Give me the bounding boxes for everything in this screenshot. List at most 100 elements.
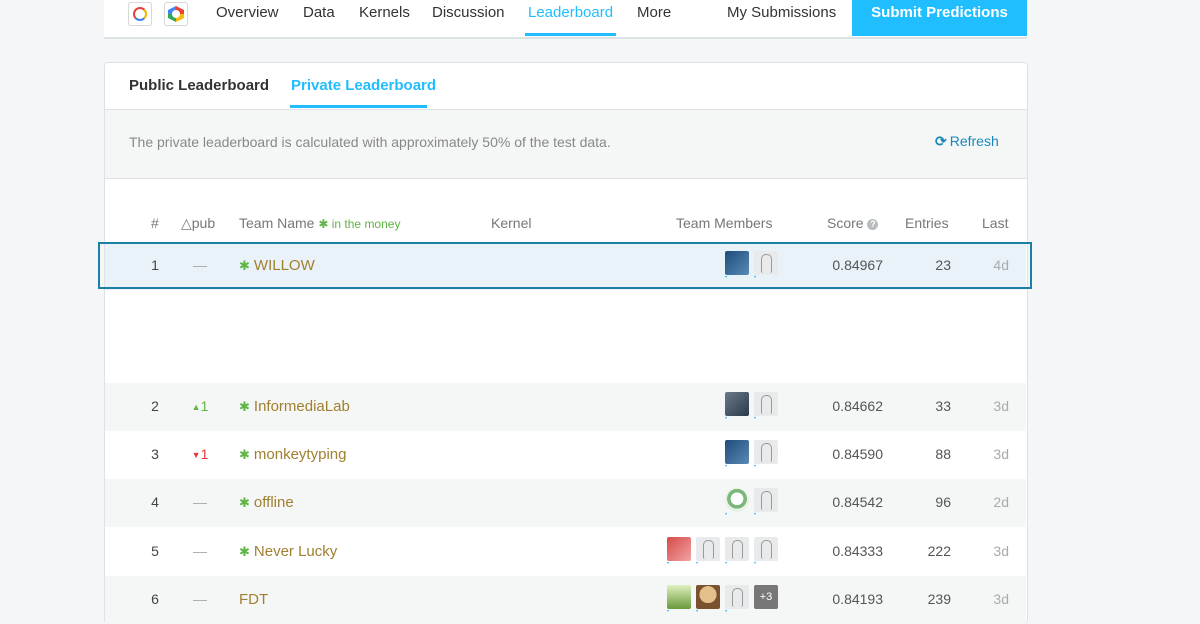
tier-dots: •: [725, 512, 729, 518]
in-the-money-icon: ✱: [239, 544, 250, 559]
google-cloud-logo[interactable]: [164, 2, 188, 26]
top-nav: Overview Data Kernels Discussion Leaderb…: [104, 0, 1027, 39]
col-team-members: Team Members: [676, 215, 773, 231]
col-score-label: Score: [827, 215, 864, 231]
tier-dots: •: [725, 464, 729, 470]
team-name-link[interactable]: ✱ InformediaLab: [239, 398, 350, 415]
selected-row-outline: [98, 242, 1032, 289]
tier-dots: •: [754, 416, 758, 422]
default-avatar-icon[interactable]: •: [754, 537, 778, 567]
table-row[interactable]: 6— FDT • • • +3 0.84193 239 3d: [105, 576, 1026, 624]
member-avatar[interactable]: •: [725, 488, 749, 518]
nav-kernels[interactable]: Kernels: [359, 4, 410, 21]
team-name: Never Lucky: [253, 543, 338, 560]
team-name-link[interactable]: ✱ offline: [239, 494, 294, 511]
table-row[interactable]: 3 ▼1 ✱ monkeytyping • • 0.84590 88 3d: [105, 431, 1026, 479]
last-submission: 3d: [993, 543, 1009, 559]
my-submissions-link[interactable]: My Submissions: [727, 4, 836, 21]
info-text: The private leaderboard is calculated wi…: [129, 134, 611, 150]
entries: 88: [935, 446, 951, 462]
nav-more[interactable]: More: [637, 4, 671, 21]
nav-leaderboard[interactable]: Leaderboard: [528, 4, 613, 21]
public-delta: —: [185, 591, 215, 607]
delta-value: 1: [200, 398, 209, 414]
money-label: in the money: [331, 217, 401, 231]
team-members: • • • •: [667, 537, 778, 567]
public-delta: —: [185, 543, 215, 559]
last-submission: 3d: [993, 398, 1009, 414]
member-avatar[interactable]: •: [725, 440, 749, 470]
refresh-label: Refresh: [949, 133, 999, 149]
more-members-badge[interactable]: +3: [754, 585, 778, 609]
col-team-name[interactable]: Team Name ✱ in the money: [239, 215, 400, 231]
col-score[interactable]: Score ?: [827, 215, 879, 231]
nav-discussion[interactable]: Discussion: [432, 4, 505, 21]
tab-private-leaderboard[interactable]: Private Leaderboard: [291, 77, 436, 94]
team-name: FDT: [239, 591, 269, 608]
delta-value: —: [193, 543, 207, 559]
score: 0.84662: [832, 398, 883, 414]
default-avatar-icon[interactable]: •: [754, 488, 778, 518]
col-last[interactable]: Last: [982, 215, 1008, 231]
public-delta: ▲1: [185, 398, 215, 414]
default-avatar-icon[interactable]: •: [754, 392, 778, 422]
team-members: • • • +3: [667, 585, 778, 615]
public-delta: ▼1: [185, 446, 215, 462]
leaderboard-tabs: Public Leaderboard Private Leaderboard: [105, 63, 1027, 110]
score: 0.84333: [832, 543, 883, 559]
team-name-link[interactable]: FDT: [239, 591, 268, 608]
col-entries[interactable]: Entries: [905, 215, 949, 231]
in-the-money-legend: ✱ in the money: [318, 217, 401, 231]
nav-overview[interactable]: Overview: [216, 4, 279, 21]
team-name: offline: [253, 494, 294, 511]
last-submission: 3d: [993, 591, 1009, 607]
public-delta: —: [185, 494, 215, 510]
tab-public-leaderboard[interactable]: Public Leaderboard: [129, 77, 269, 94]
member-avatar[interactable]: •: [667, 585, 691, 615]
help-icon[interactable]: ?: [867, 219, 879, 230]
info-bar: The private leaderboard is calculated wi…: [105, 110, 1027, 179]
refresh-icon: ⟳: [935, 133, 947, 149]
team-name-link[interactable]: ✱ monkeytyping: [239, 446, 346, 463]
competition-logo[interactable]: [128, 2, 152, 26]
col-kernel[interactable]: Kernel: [491, 215, 531, 231]
team-members: • •: [725, 440, 778, 470]
last-submission: 2d: [993, 494, 1009, 510]
tier-dots: •: [754, 561, 758, 567]
col-team-label: Team Name: [239, 215, 315, 231]
team-name: InformediaLab: [253, 398, 350, 415]
col-rank[interactable]: #: [151, 215, 159, 231]
tier-dots: •: [667, 561, 671, 567]
member-avatar[interactable]: •: [725, 392, 749, 422]
last-submission: 3d: [993, 446, 1009, 462]
member-avatar[interactable]: •: [667, 537, 691, 567]
nav-data[interactable]: Data: [303, 4, 335, 21]
tier-dots: •: [696, 609, 700, 615]
default-avatar-icon[interactable]: •: [725, 537, 749, 567]
entries: 239: [927, 591, 951, 607]
score: 0.84590: [832, 446, 883, 462]
arrow-down-icon: ▼: [191, 450, 201, 460]
table-row[interactable]: 5— ✱ Never Lucky • • • • 0.84333 222 3d: [105, 528, 1026, 576]
table-row[interactable]: 4— ✱ offline • • 0.84542 96 2d: [105, 479, 1026, 527]
in-the-money-icon: ✱: [239, 495, 250, 510]
team-name: monkeytyping: [253, 446, 347, 463]
submit-predictions-button[interactable]: Submit Predictions: [852, 0, 1027, 36]
entries: 33: [935, 398, 951, 414]
delta-value: —: [193, 591, 207, 607]
col-delta-public[interactable]: △pub: [181, 215, 215, 232]
in-the-money-icon: ✱: [239, 447, 250, 462]
tier-dots: •: [754, 464, 758, 470]
refresh-button[interactable]: ⟳ Refresh: [935, 133, 999, 150]
default-avatar-icon[interactable]: •: [754, 440, 778, 470]
member-avatar[interactable]: •: [696, 585, 720, 615]
team-name-link[interactable]: ✱ Never Lucky: [239, 543, 337, 560]
tier-dots: •: [754, 512, 758, 518]
team-members: • •: [725, 488, 778, 518]
default-avatar-icon[interactable]: •: [725, 585, 749, 615]
tab-active-indicator: [290, 105, 427, 108]
table-row[interactable]: 2 ▲1 ✱ InformediaLab • • 0.84662 33 3d: [105, 383, 1026, 431]
arrow-up-icon: ▲: [191, 402, 201, 412]
tier-dots: •: [725, 609, 729, 615]
default-avatar-icon[interactable]: •: [696, 537, 720, 567]
